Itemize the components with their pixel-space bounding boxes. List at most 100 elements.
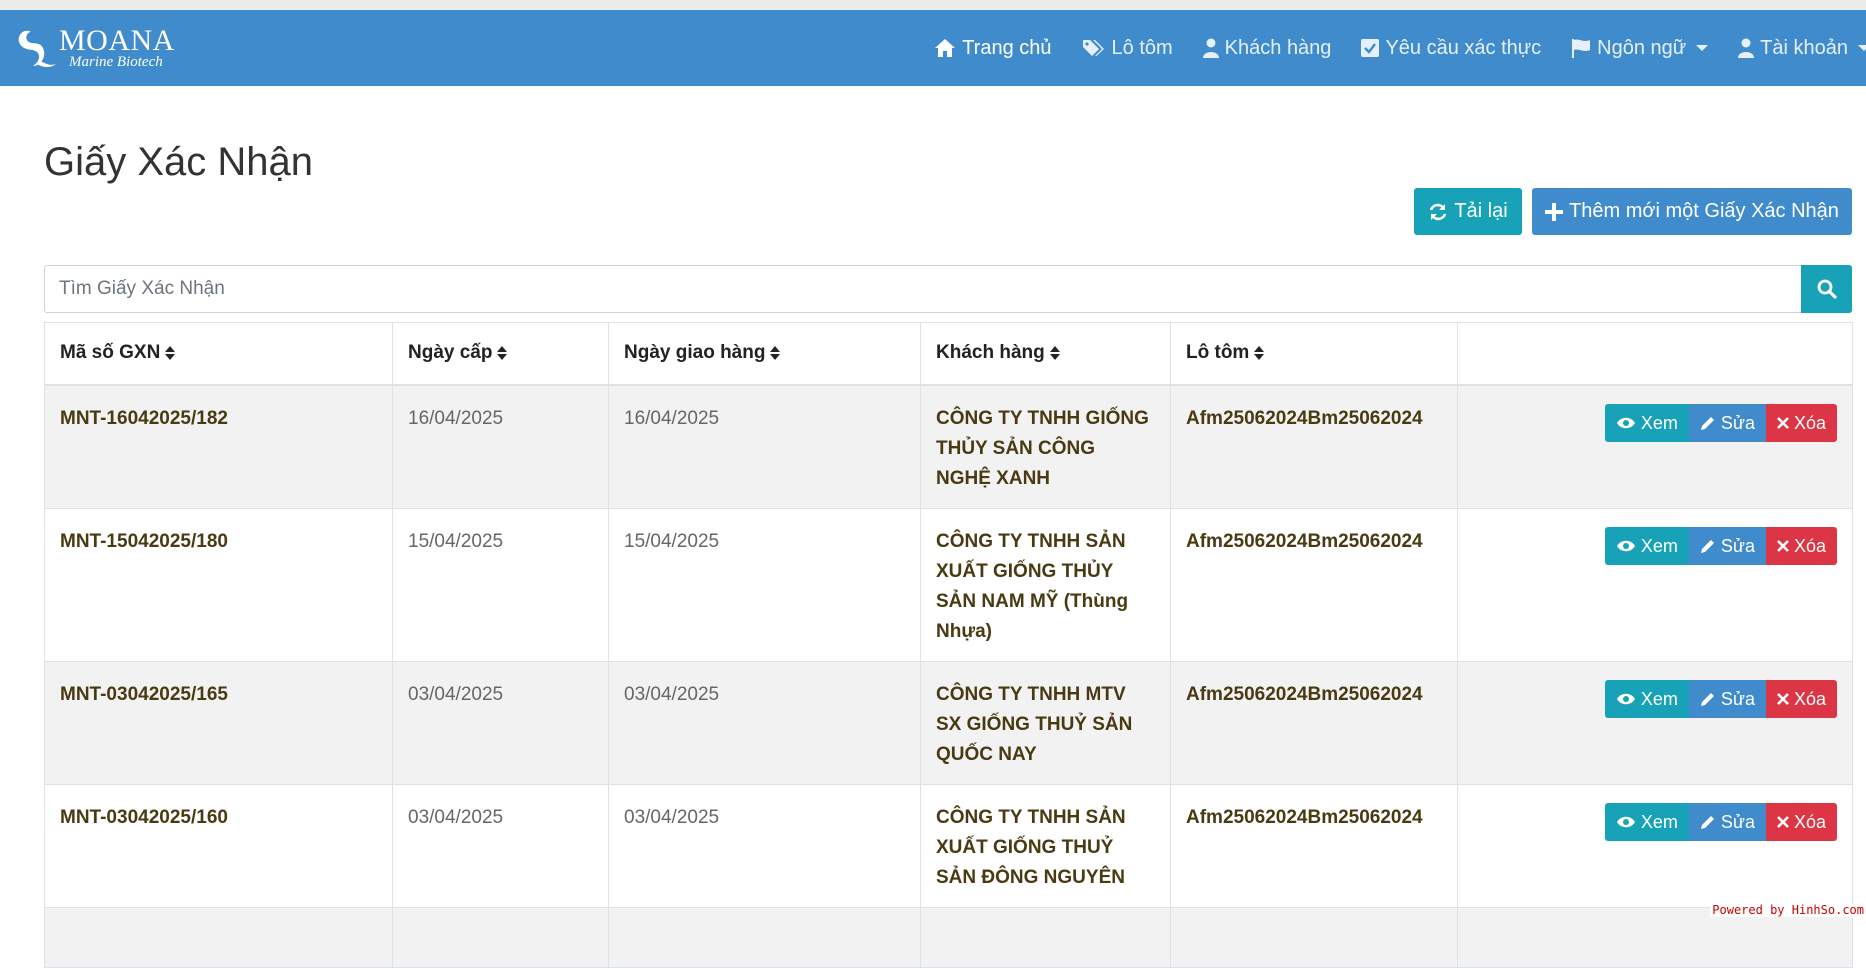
plus-icon [1545, 203, 1563, 221]
cell-actions: Xem Sửa Xóa [1458, 508, 1853, 661]
cell-lot: Afm25062024Bm25062024 [1171, 508, 1458, 661]
cell-lot: Afm25062024Bm25062024 [1171, 661, 1458, 784]
reload-button[interactable]: Tải lại [1414, 188, 1522, 235]
cell-issued-date: 16/04/2025 [393, 385, 609, 509]
cell-delivery-date: 16/04/2025 [609, 385, 921, 509]
table-row: MNT-03042025/160 03/04/2025 03/04/2025 C… [45, 784, 1853, 907]
cell-code: MNT-03042025/160 [45, 784, 393, 907]
brand-logo[interactable]: MOANA Marine Biotech [15, 26, 175, 70]
powered-by-link[interactable]: Powered by HinhSo.com [1710, 904, 1866, 917]
search-input[interactable] [45, 266, 1801, 312]
flag-icon [1571, 38, 1591, 58]
edit-button[interactable]: Sửa [1689, 404, 1766, 442]
cell-code: MNT-03042025/165 [45, 661, 393, 784]
cell-delivery-date: 03/04/2025 [609, 784, 921, 907]
nav-account-dropdown[interactable]: Tài khoản [1738, 37, 1866, 60]
brand-name: MOANA [59, 26, 175, 56]
cell-customer: CÔNG TY TNHH MTV SX GIỐNG THUỶ SẢN QUỐC … [921, 661, 1171, 784]
sort-icon [770, 345, 780, 361]
nav-requests-label: Yêu cầu xác thực [1385, 37, 1541, 60]
view-button[interactable]: Xem [1605, 803, 1689, 841]
delete-button[interactable]: Xóa [1766, 803, 1837, 841]
cell-code [45, 907, 393, 967]
eye-icon [1616, 692, 1636, 706]
edit-button[interactable]: Sửa [1689, 803, 1766, 841]
cell-issued-date [393, 907, 609, 967]
edit-button[interactable]: Sửa [1689, 527, 1766, 565]
column-header-delivery[interactable]: Ngày giao hàng [609, 323, 921, 385]
logo-mark-icon [15, 26, 57, 70]
table-row: MNT-03042025/165 03/04/2025 03/04/2025 C… [45, 661, 1853, 784]
cell-code: MNT-16042025/182 [45, 385, 393, 509]
page-title: Giấy Xác Nhận [44, 140, 313, 185]
cell-actions: Xem Sửa Xóa [1458, 385, 1853, 509]
nav-lots[interactable]: Lô tôm [1082, 37, 1173, 60]
cell-lot: Afm25062024Bm25062024 [1171, 784, 1458, 907]
cell-actions: Xem Sửa Xóa [1458, 661, 1853, 784]
cell-issued-date: 03/04/2025 [393, 661, 609, 784]
home-icon [934, 38, 956, 58]
top-strip [0, 0, 1866, 10]
cell-customer: CÔNG TY TNHH GIỐNG THỦY SẢN CÔNG NGHỆ XA… [921, 385, 1171, 509]
view-button[interactable]: Xem [1605, 680, 1689, 718]
pencil-icon [1700, 538, 1716, 554]
delete-button[interactable]: Xóa [1766, 527, 1837, 565]
view-button[interactable]: Xem [1605, 404, 1689, 442]
user-icon [1738, 38, 1754, 58]
nav-language-dropdown[interactable]: Ngôn ngữ [1571, 37, 1708, 60]
cell-customer: CÔNG TY TNHH SẢN XUẤT GIỐNG THỦY SẢN NAM… [921, 508, 1171, 661]
add-certificate-button-label: Thêm mới một Giấy Xác Nhận [1569, 200, 1839, 223]
table-row: MNT-16042025/182 16/04/2025 16/04/2025 C… [45, 385, 1853, 509]
add-certificate-button[interactable]: Thêm mới một Giấy Xác Nhận [1532, 188, 1852, 235]
check-square-icon [1361, 39, 1379, 57]
cell-actions: Xem Sửa Xóa [1458, 784, 1853, 907]
search-button[interactable] [1801, 265, 1852, 313]
column-header-issued[interactable]: Ngày cấp [393, 323, 609, 385]
column-header-lot[interactable]: Lô tôm [1171, 323, 1458, 385]
chevron-down-icon [1696, 45, 1708, 51]
certificates-table: Mã số GXN Ngày cấp Ngày giao hàng Khách … [44, 322, 1853, 968]
nav-account-label: Tài khoản [1760, 37, 1848, 60]
reload-button-label: Tải lại [1454, 200, 1507, 223]
nav-customers[interactable]: Khách hàng [1203, 37, 1332, 60]
eye-icon [1616, 815, 1636, 829]
nav-language-label: Ngôn ngữ [1597, 37, 1686, 60]
edit-button[interactable]: Sửa [1689, 680, 1766, 718]
nav-lots-label: Lô tôm [1112, 37, 1173, 60]
close-icon [1777, 417, 1789, 429]
cell-delivery-date [609, 907, 921, 967]
column-header-actions [1458, 323, 1853, 385]
navbar: MOANA Marine Biotech Trang chủ Lô tôm Kh… [0, 10, 1866, 86]
eye-icon [1616, 416, 1636, 430]
table-row: MNT-15042025/180 15/04/2025 15/04/2025 C… [45, 508, 1853, 661]
cell-lot [1171, 907, 1458, 967]
eye-icon [1616, 539, 1636, 553]
nav-customers-label: Khách hàng [1225, 37, 1332, 60]
delete-button[interactable]: Xóa [1766, 404, 1837, 442]
sort-icon [1254, 345, 1264, 361]
brand-subtitle: Marine Biotech [69, 55, 175, 70]
cell-lot: Afm25062024Bm25062024 [1171, 385, 1458, 509]
pencil-icon [1700, 415, 1716, 431]
cell-customer [921, 907, 1171, 967]
nav-requests[interactable]: Yêu cầu xác thực [1361, 37, 1541, 60]
column-header-customer[interactable]: Khách hàng [921, 323, 1171, 385]
tags-icon [1082, 38, 1106, 58]
cell-delivery-date: 03/04/2025 [609, 661, 921, 784]
sort-icon [165, 345, 175, 361]
table-header-row: Mã số GXN Ngày cấp Ngày giao hàng Khách … [45, 323, 1853, 385]
cell-delivery-date: 15/04/2025 [609, 508, 921, 661]
column-header-code[interactable]: Mã số GXN [45, 323, 393, 385]
pencil-icon [1700, 691, 1716, 707]
view-button[interactable]: Xem [1605, 527, 1689, 565]
delete-button[interactable]: Xóa [1766, 680, 1837, 718]
sort-icon [1050, 345, 1060, 361]
search-icon [1817, 279, 1837, 299]
pencil-icon [1700, 814, 1716, 830]
refresh-icon [1428, 202, 1448, 222]
nav-home[interactable]: Trang chủ [934, 37, 1051, 60]
close-icon [1777, 693, 1789, 705]
close-icon [1777, 540, 1789, 552]
cell-customer: CÔNG TY TNHH SẢN XUẤT GIỐNG THUỶ SẢN ĐÔN… [921, 784, 1171, 907]
chevron-down-icon [1858, 45, 1866, 51]
